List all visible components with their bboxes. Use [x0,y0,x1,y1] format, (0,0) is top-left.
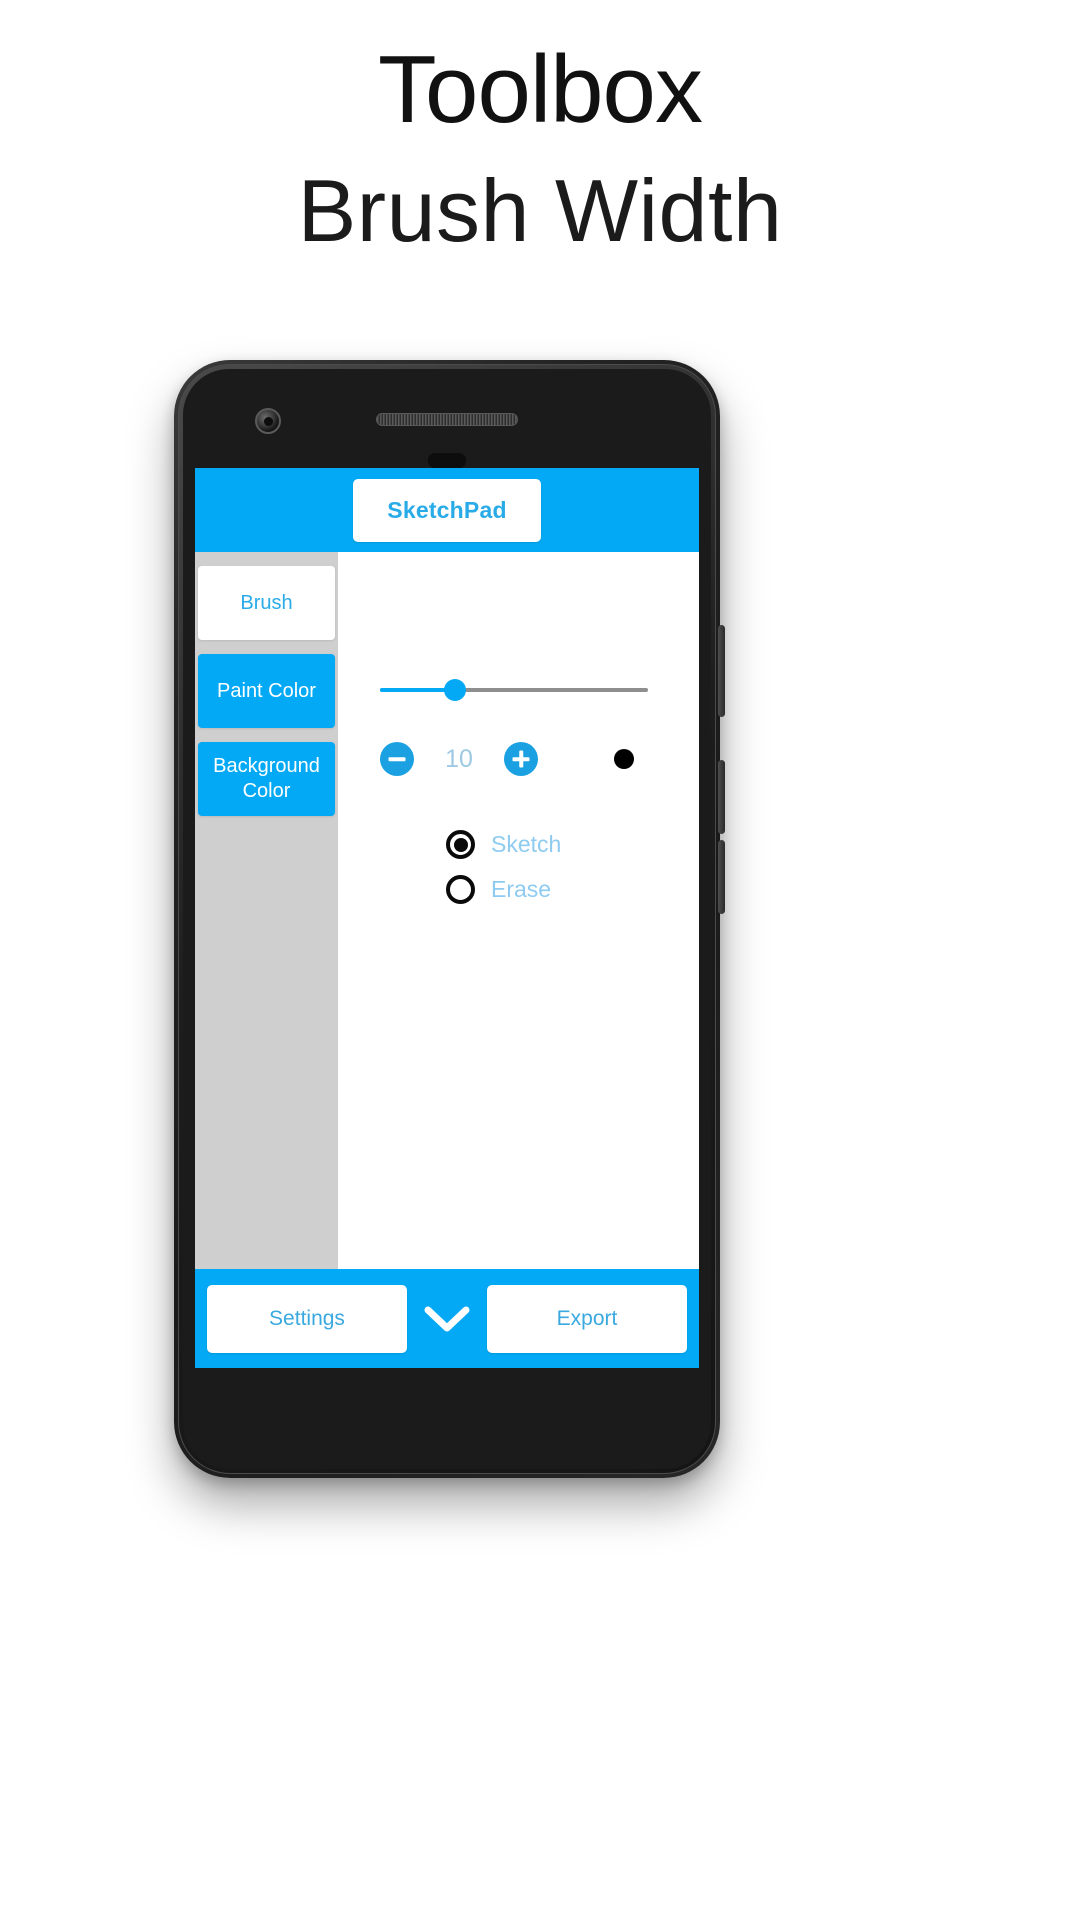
sidebar-item-label: Paint Color [217,679,316,702]
phone-device-mockup: SketchPad Brush Paint Color Background C… [174,360,725,1478]
app-header: SketchPad [195,468,699,552]
radio-option-sketch[interactable]: Sketch [446,830,561,859]
app-body: Brush Paint Color Background Color 10 Sk… [195,552,699,1269]
sidebar-item-label: Background Color [213,755,320,802]
export-button[interactable]: Export [487,1284,687,1353]
promo-subtitle: Brush Width [297,161,783,260]
front-camera-icon [255,408,281,434]
phone-chin [183,1377,711,1469]
brush-preview-dot [614,749,634,769]
power-button[interactable] [718,625,725,717]
brush-width-value: 10 [445,744,473,773]
decrement-button[interactable] [380,742,414,776]
increment-button[interactable] [504,742,538,776]
promo-title: Toolbox [378,36,703,143]
sidebar: Brush Paint Color Background Color [195,552,338,1269]
radio-option-label: Erase [491,876,552,902]
brush-width-slider[interactable] [380,677,648,703]
sidebar-item-paint-color[interactable]: Paint Color [198,654,335,728]
volume-up-button[interactable] [718,760,725,834]
radio-option-erase[interactable]: Erase [446,875,561,904]
brush-width-stepper: 10 [380,742,680,776]
volume-down-button[interactable] [718,840,725,914]
app-title: SketchPad [353,478,541,542]
radio-button-icon[interactable] [446,875,475,904]
bottom-toolbar: Settings Export [195,1269,699,1368]
proximity-sensor-icon [428,453,466,468]
phone-screen: SketchPad Brush Paint Color Background C… [195,468,699,1368]
brush-mode-radio-group: Sketch Erase [446,830,561,904]
earpiece-speaker-icon [376,413,518,426]
settings-button[interactable]: Settings [207,1284,407,1353]
screenshot-root: Toolbox Brush Width SketchPad Brush Pain… [0,0,1080,1920]
sidebar-item-label: Brush [240,591,293,614]
sidebar-item-brush[interactable]: Brush [198,566,335,640]
slider-thumb[interactable] [444,679,467,701]
radio-option-label: Sketch [491,831,562,857]
brush-settings-panel: 10 Sketch Erase [338,552,699,1269]
sidebar-item-background-color[interactable]: Background Color [198,742,335,816]
radio-button-icon[interactable] [446,830,475,859]
chevron-down-icon[interactable] [415,1285,479,1353]
